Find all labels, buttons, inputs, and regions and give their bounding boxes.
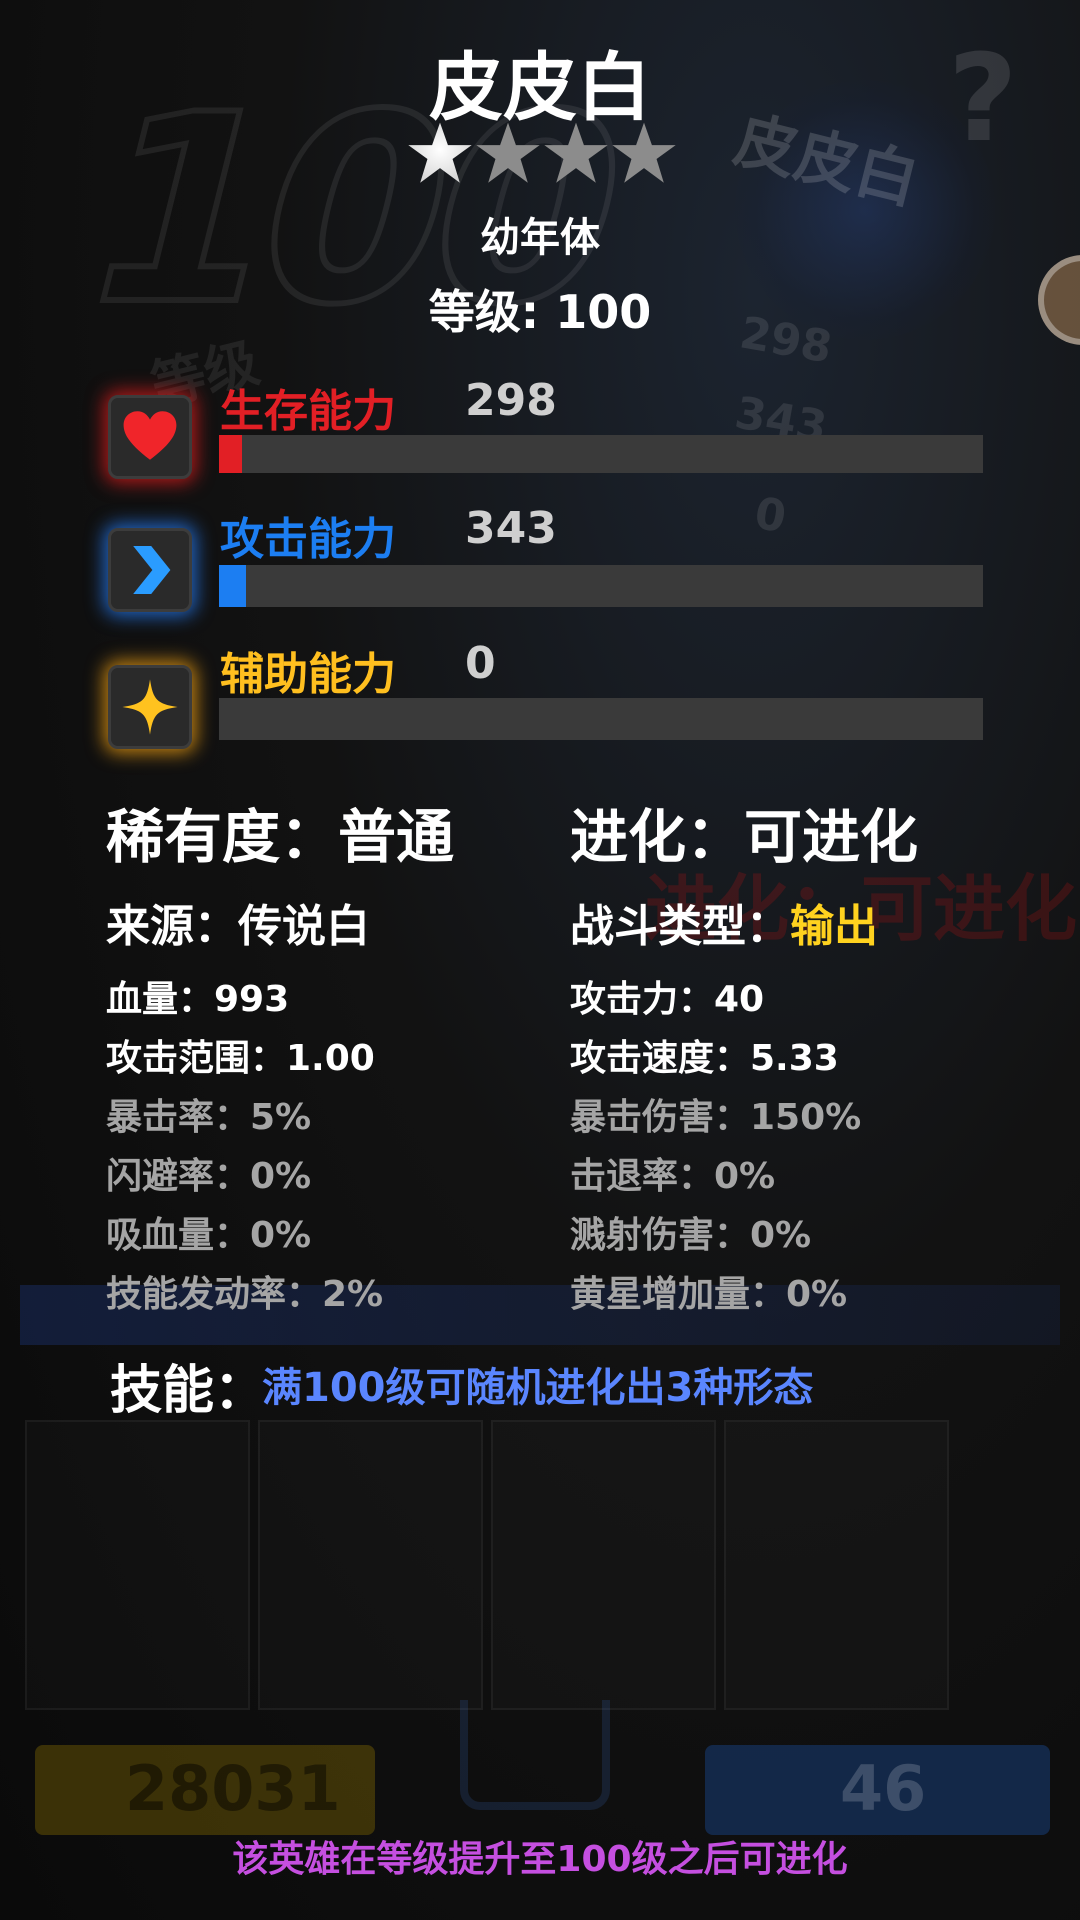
chevron-right-icon	[133, 546, 171, 594]
background-slot	[25, 1420, 250, 1710]
evolution-hint: 该英雄在等级提升至100级之后可进化	[232, 1839, 848, 1880]
attack-ability-value: 343	[465, 503, 557, 554]
background-slot	[491, 1420, 716, 1710]
stat-item: 吸血量：0%	[106, 1215, 312, 1256]
support-ability-value: 0	[465, 638, 496, 689]
star-icon-empty	[544, 122, 608, 183]
stat-item: 闪避率：0%	[106, 1156, 312, 1197]
background-cart-icon	[460, 1700, 610, 1810]
skill-description: 满100级可随机进化出3种形态	[262, 1365, 814, 1411]
stat-item: 黄星增加量：0%	[570, 1274, 848, 1315]
star-icon-empty	[476, 122, 540, 183]
star-icon-filled	[408, 122, 472, 183]
rarity-text: 稀有度：普通	[106, 803, 455, 871]
stat-item: 攻击速度：5.33	[570, 1038, 839, 1079]
attack-ability-label: 攻击能力	[220, 514, 396, 565]
attack-ability-icon-box	[108, 528, 192, 612]
stat-item: 攻击力：40	[570, 979, 765, 1020]
attack-ability-bar	[219, 565, 983, 607]
sparkle-star-icon	[122, 679, 178, 735]
background-stat-number: 0	[750, 487, 790, 544]
survival-ability-icon-box	[108, 395, 192, 479]
star-rating	[407, 120, 677, 190]
hero-level: 等级: 100	[428, 285, 652, 339]
stat-item: 血量：993	[106, 979, 290, 1020]
source-text: 来源：传说白	[106, 901, 370, 952]
survival-ability-bar-fill	[219, 435, 242, 473]
stat-item: 击退率：0%	[570, 1156, 776, 1197]
evolution-text: 进化：可进化	[570, 803, 919, 871]
background-gold-amount: 28031	[125, 1752, 341, 1825]
stat-item: 暴击率：5%	[106, 1097, 312, 1138]
skill-label: 技能：	[110, 1361, 267, 1421]
background-slot	[724, 1420, 949, 1710]
stat-item: 溅射伤害：0%	[570, 1215, 812, 1256]
battle-type-value: 输出	[790, 901, 878, 952]
battle-type-label: 战斗类型：	[570, 901, 790, 952]
survival-ability-bar	[219, 435, 983, 473]
hero-form: 幼年体	[480, 215, 600, 261]
attack-ability-bar-fill	[219, 565, 246, 607]
background-slot	[258, 1420, 483, 1710]
stat-item: 暴击伤害：150%	[570, 1097, 862, 1138]
survival-ability-value: 298	[465, 375, 557, 426]
heart-icon	[123, 411, 177, 460]
battle-type: 战斗类型：输出	[570, 890, 878, 954]
star-icon-empty	[612, 122, 676, 183]
survival-ability-label: 生存能力	[220, 386, 396, 437]
support-ability-icon-box	[108, 665, 192, 749]
support-ability-label: 辅助能力	[220, 649, 396, 700]
support-ability-bar	[219, 698, 983, 740]
stat-item: 技能发动率：2%	[106, 1274, 384, 1315]
stat-item: 攻击范围：1.00	[106, 1038, 375, 1079]
background-gem-amount: 46	[840, 1752, 927, 1825]
hero-name: 皮皮白	[429, 45, 651, 131]
